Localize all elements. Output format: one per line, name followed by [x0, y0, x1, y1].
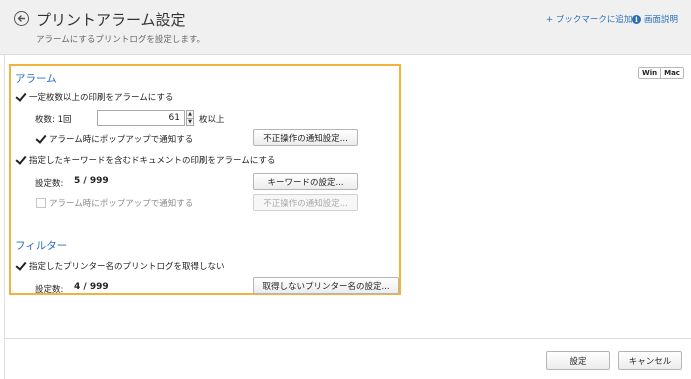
- add-bookmark-link[interactable]: + ブックマークに追加: [546, 13, 632, 25]
- copies-count-input[interactable]: 61: [97, 110, 185, 126]
- popup-notify-checkbox-2[interactable]: アラーム時にポップアップで通知する: [36, 197, 193, 209]
- popup-notify-checkbox-1[interactable]: アラーム時にポップアップで通知する: [36, 133, 193, 145]
- copies-alarm-checkbox[interactable]: 一定枚数以上の印刷をアラームにする: [16, 91, 173, 103]
- printer-count-label: 設定数:: [35, 285, 64, 295]
- page-subtitle: アラームにするプリントログを設定します。: [36, 35, 205, 45]
- keyword-alarm-checkbox[interactable]: 指定したキーワードを含むドキュメントの印刷をアラームにする: [16, 154, 275, 166]
- copies-stepper[interactable]: ▲ ▼: [186, 110, 194, 126]
- notify-settings-button-1[interactable]: 不正操作の通知設定...: [253, 129, 358, 146]
- checkbox-checked-icon: [16, 261, 26, 271]
- checkbox-checked-icon: [36, 134, 46, 144]
- footer-divider: [5, 338, 691, 339]
- screen-help-link[interactable]: i 画面説明: [632, 13, 678, 25]
- platform-mac-tab[interactable]: Mac: [660, 68, 683, 78]
- keyword-settings-button[interactable]: キーワードの設定...: [253, 173, 358, 190]
- content-left-border: [4, 55, 5, 379]
- keyword-count-value: 5 / 999: [74, 176, 109, 186]
- screen-help-label: 画面説明: [644, 15, 679, 25]
- stepper-down-icon[interactable]: ▼: [186, 118, 194, 126]
- checkbox-unchecked-icon: [36, 198, 46, 208]
- printer-filter-checkbox[interactable]: 指定したプリンター名のプリントログを取得しない: [16, 260, 225, 272]
- printer-filter-label: 指定したプリンター名のプリントログを取得しない: [29, 262, 225, 272]
- stepper-up-icon[interactable]: ▲: [186, 110, 194, 119]
- back-arrow-icon[interactable]: [14, 11, 29, 26]
- platform-win-tab[interactable]: Win: [639, 68, 661, 78]
- info-icon: i: [632, 14, 641, 24]
- popup-notify-label-1: アラーム時にポップアップで通知する: [49, 135, 194, 145]
- save-button[interactable]: 設定: [546, 351, 610, 370]
- checkbox-checked-icon: [16, 92, 26, 102]
- copies-alarm-label: 一定枚数以上の印刷をアラームにする: [29, 93, 174, 103]
- alarm-section-title: アラーム: [15, 73, 57, 85]
- copies-label: 枚数: 1回: [35, 115, 72, 125]
- page-title: プリントアラーム設定: [36, 11, 186, 29]
- popup-notify-label-2: アラーム時にポップアップで通知する: [49, 199, 194, 209]
- platform-toggle: Win Mac: [638, 67, 684, 79]
- notify-settings-button-2[interactable]: 不正操作の通知設定...: [253, 194, 358, 211]
- keyword-alarm-label: 指定したキーワードを含むドキュメントの印刷をアラームにする: [29, 156, 276, 166]
- printer-count-value: 4 / 999: [74, 282, 109, 292]
- printer-exclude-settings-button[interactable]: 取得しないプリンター名の設定...: [253, 277, 399, 294]
- copies-suffix: 枚以上: [199, 115, 225, 125]
- cancel-button[interactable]: キャンセル: [618, 351, 682, 370]
- keyword-count-label: 設定数:: [35, 179, 64, 189]
- filter-section-title: フィルター: [15, 240, 68, 252]
- checkbox-checked-icon: [16, 155, 26, 165]
